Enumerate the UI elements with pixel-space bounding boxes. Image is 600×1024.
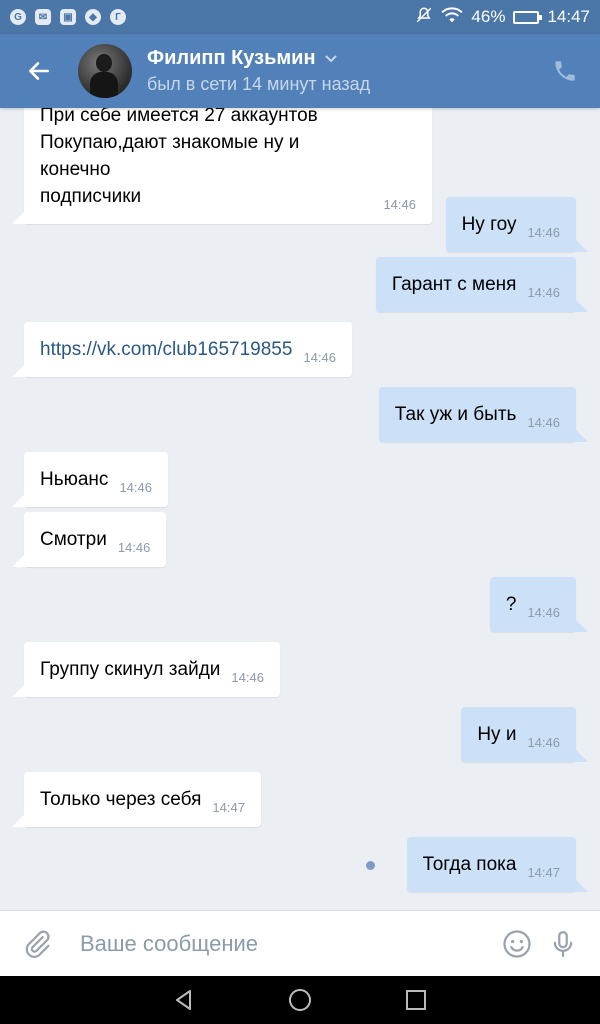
circle-home-icon (289, 989, 311, 1011)
message-bubble-incoming[interactable]: Ньюанс 14:46 (12, 452, 168, 507)
emoji-button[interactable] (494, 921, 540, 967)
message-bubble-outgoing[interactable]: Тогда пока 14:47 (406, 837, 589, 892)
chevron-down-icon (324, 54, 337, 62)
message-input[interactable] (80, 930, 494, 957)
message-time: 14:46 (527, 285, 560, 300)
message-time: 14:46 (303, 350, 336, 365)
message-time: 14:46 (527, 605, 560, 620)
message-time: 14:47 (212, 800, 245, 815)
triangle-back-icon (176, 990, 191, 1010)
message-text: Гарант с меня (391, 274, 517, 295)
message-text: Смотри (40, 529, 107, 550)
microphone-icon (553, 930, 573, 957)
contact-info[interactable]: Филипп Кузьмин был в сети 14 минут назад (147, 47, 530, 95)
message-text: Ньюанс (40, 469, 109, 490)
paperclip-icon (25, 930, 50, 958)
status-bar: G ✉ ▣ ◆ Г 46% 14:47 (0, 0, 600, 34)
message-bubble-incoming[interactable]: При себе имеется 27 аккаунтов Покупаю,да… (12, 108, 432, 224)
nav-back-button[interactable] (166, 982, 202, 1018)
message-time: 14:46 (119, 480, 152, 495)
gallery-icon: ▣ (60, 9, 76, 25)
message-bubble-incoming[interactable]: https://vk.com/club165719855 14:46 (12, 322, 352, 377)
notification-icons: G ✉ ▣ ◆ Г (10, 9, 126, 25)
message-time: 14:46 (527, 225, 560, 240)
arrow-left-icon (29, 62, 49, 80)
message-text: Группу скинул зайди (40, 659, 221, 680)
attach-button[interactable] (14, 921, 60, 967)
nav-recents-button[interactable] (398, 982, 434, 1018)
message-bubble-outgoing[interactable]: ? 14:46 (489, 577, 589, 632)
message-text: При себе имеется 27 аккаунтов Покупаю,да… (40, 108, 318, 207)
message-bubble-outgoing[interactable]: Ну гоу 14:46 (445, 197, 589, 252)
message-bubble-outgoing[interactable]: Так уж и быть 14:46 (378, 387, 589, 442)
contact-name: Филипп Кузьмин (147, 47, 316, 69)
message-bubble-incoming[interactable]: Смотри 14:46 (11, 512, 167, 567)
message-text: Ну гоу (461, 214, 517, 235)
voice-button[interactable] (540, 921, 586, 967)
message-bubble-outgoing[interactable]: Ну и 14:46 (461, 707, 588, 762)
clock: 14:47 (547, 7, 590, 26)
back-button[interactable] (0, 34, 78, 108)
mute-icon (415, 6, 433, 29)
message-text: ? (505, 594, 517, 615)
message-time: 14:46 (231, 670, 264, 685)
message-time: 14:46 (117, 540, 151, 555)
browser-icon: Г (110, 9, 126, 25)
message-text: Ну и (477, 724, 517, 745)
message-link[interactable]: https://vk.com/club165719855 (40, 322, 292, 377)
message-time: 14:46 (527, 735, 560, 750)
battery-percent: 46% (471, 7, 506, 26)
nav-home-button[interactable] (282, 982, 318, 1018)
call-button[interactable] (530, 34, 600, 108)
square-recents-icon (406, 990, 426, 1010)
message-time: 14:46 (383, 197, 416, 212)
message-time: 14:46 (527, 415, 560, 430)
unread-indicator (366, 861, 375, 870)
smile-icon (503, 929, 531, 958)
chat-header: Филипп Кузьмин был в сети 14 минут назад (0, 34, 600, 108)
phone-icon (555, 61, 575, 81)
message-text: Так уж и быть (394, 404, 517, 425)
message-time: 14:47 (527, 865, 560, 880)
app-icon: ◆ (85, 9, 101, 25)
message-list[interactable]: При себе имеется 27 аккаунтов Покупаю,да… (0, 108, 600, 910)
message-bubble-incoming[interactable]: Группу скинул зайди 14:46 (12, 642, 280, 697)
system-navigation-bar (0, 976, 600, 1024)
google-icon: G (10, 9, 26, 25)
last-seen-status: был в сети 14 минут назад (147, 74, 371, 94)
mail-icon: ✉ (35, 9, 51, 25)
message-bubble-incoming[interactable]: Только через себя 14:47 (12, 772, 261, 827)
battery-icon (513, 10, 543, 24)
message-composer-bar (0, 910, 600, 976)
avatar[interactable] (78, 44, 132, 98)
message-bubble-outgoing[interactable]: Гарант с меня 14:46 (375, 257, 589, 312)
message-text: Только через себя (40, 789, 202, 810)
wifi-icon (441, 6, 464, 29)
message-text: Тогда пока (422, 854, 517, 875)
